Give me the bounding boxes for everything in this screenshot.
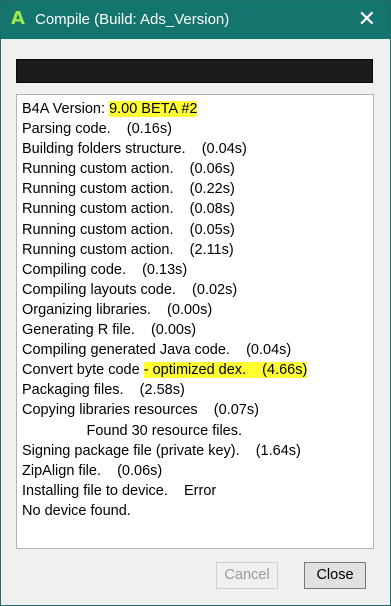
log-highlight: - optimized dex. (4.66s)	[143, 362, 308, 379]
title-bar: A Compile (Build: Ads_Version) ✕	[1, 1, 390, 39]
log-line: B4A Version: 9.00 BETA #2	[22, 99, 369, 119]
log-line: Running custom action. (0.06s)	[22, 159, 369, 179]
log-text: Running custom action. (0.06s)	[22, 161, 235, 178]
log-line: Generating R file. (0.00s)	[22, 320, 369, 340]
log-text: Running custom action. (0.22s)	[22, 181, 235, 198]
log-line: Parsing code. (0.16s)	[22, 119, 369, 139]
log-text: Installing file to device. Error	[22, 482, 217, 499]
log-line: Running custom action. (0.22s)	[22, 179, 369, 199]
log-text: Signing package file (private key). (1.6…	[22, 442, 301, 459]
log-text: Running custom action. (0.08s)	[22, 201, 235, 218]
log-text: Convert byte code	[22, 362, 144, 379]
log-text: Packaging files. (2.58s)	[22, 382, 185, 399]
log-text: Organizing libraries. (0.00s)	[22, 301, 213, 318]
log-line: Copying libraries resources (0.07s)	[22, 400, 369, 420]
compile-log: B4A Version: 9.00 BETA #2 Parsing code. (…	[16, 94, 374, 549]
log-line: Compiling generated Java code. (0.04s)	[22, 340, 369, 360]
compile-dialog: A Compile (Build: Ads_Version) ✕ B4A Ver…	[0, 0, 391, 606]
log-text: Building folders structure. (0.04s)	[22, 141, 247, 158]
close-icon[interactable]: ✕	[358, 7, 376, 32]
log-text: Running custom action. (2.11s)	[22, 241, 234, 258]
window-title: Compile (Build: Ads_Version)	[35, 11, 230, 28]
log-text: No device found.	[22, 502, 131, 519]
b4a-app-icon: A	[11, 8, 25, 29]
log-line: Signing package file (private key). (1.6…	[22, 441, 369, 461]
log-text: Compiling generated Java code. (0.04s)	[22, 342, 292, 359]
cancel-button[interactable]: Cancel	[216, 562, 278, 589]
log-text: Parsing code. (0.16s)	[22, 121, 172, 138]
log-line: Packaging files. (2.58s)	[22, 380, 369, 400]
close-button[interactable]: Close	[304, 562, 366, 589]
log-text: Running custom action. (0.05s)	[22, 221, 235, 238]
log-text: Compiling code. (0.13s)	[22, 261, 188, 278]
progress-bar	[16, 59, 373, 83]
log-line: Running custom action. (0.08s)	[22, 199, 369, 219]
log-line: ZipAlign file. (0.06s)	[22, 461, 369, 481]
log-text: Generating R file. (0.00s)	[22, 322, 197, 339]
log-highlight: 9.00 BETA #2	[109, 101, 198, 117]
log-text: Copying libraries resources (0.07s)	[22, 402, 259, 419]
log-line: Running custom action. (0.05s)	[22, 220, 369, 240]
log-text: Compiling layouts code. (0.02s)	[22, 281, 238, 298]
log-line: Convert byte code - optimized dex. (4.66…	[22, 360, 369, 380]
log-line: Organizing libraries. (0.00s)	[22, 300, 369, 320]
log-line: Running custom action. (2.11s)	[22, 240, 369, 260]
log-line: Compiling layouts code. (0.02s)	[22, 280, 369, 300]
log-text: Found 30 resource files.	[22, 422, 243, 439]
log-line: Building folders structure. (0.04s)	[22, 139, 369, 159]
log-line: Compiling code. (0.13s)	[22, 260, 369, 280]
log-lines: B4A Version: 9.00 BETA #2 Parsing code. (…	[22, 99, 369, 521]
log-line: Found 30 resource files.	[22, 421, 369, 441]
log-line: Installing file to device. Error	[22, 481, 369, 501]
log-line: No device found.	[22, 501, 369, 521]
log-text: B4A Version:	[22, 101, 110, 117]
log-text: ZipAlign file. (0.06s)	[22, 462, 163, 479]
